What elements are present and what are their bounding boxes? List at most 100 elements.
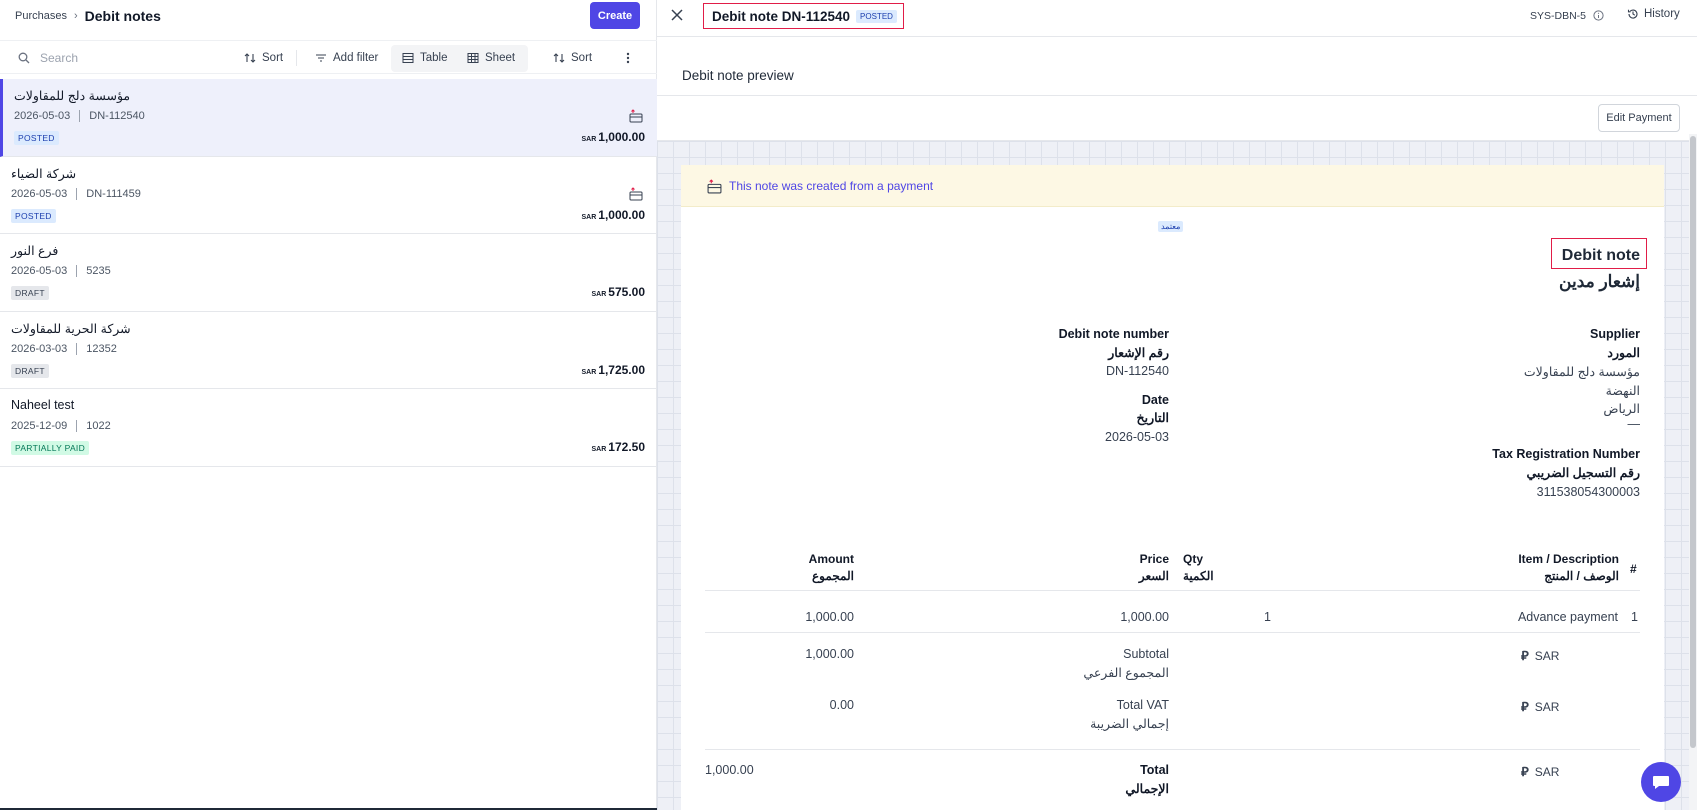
item-date: 2026-03-03	[11, 342, 68, 355]
row-amount: 1,000.00	[805, 610, 854, 624]
riyal-symbol-icon: ⃁	[1521, 648, 1529, 663]
supplier-district: النهضة	[1605, 384, 1640, 398]
list-item[interactable]: فرع النور 2026-05-03 5235 DRAFT SAR 575.00	[0, 234, 657, 312]
sort-button-secondary[interactable]: Sort	[553, 48, 592, 68]
supplier-extra: —	[1627, 417, 1641, 431]
total-label: Total	[1140, 763, 1169, 777]
status-badge: PARTIALLY PAID	[11, 441, 90, 455]
col-amount-arabic: المجموع	[812, 569, 854, 583]
document-preview: This note was created from a payment معت…	[681, 165, 1664, 810]
sheet-view-label: Sheet	[485, 52, 516, 64]
supplier-name: شركة الحرية للمقاولات	[11, 321, 131, 336]
detail-header: Debit note DN-112540 POSTED SYS-DBN-5 Hi…	[657, 0, 1697, 37]
total-currency: ⃁ SAR	[1521, 764, 1560, 779]
detail-title: Debit note DN-112540	[712, 8, 851, 24]
detail-title-box: Debit note DN-112540 POSTED	[703, 3, 904, 29]
detail-status-badge: POSTED	[856, 9, 897, 23]
history-button[interactable]: History	[1627, 8, 1680, 20]
supplier-label-arabic: المورد	[1607, 346, 1640, 360]
add-filter-button[interactable]: Add filter	[315, 48, 378, 68]
status-badge: DRAFT	[11, 286, 49, 300]
vat-currency: ⃁ SAR	[1521, 699, 1560, 714]
date-label: Date	[1141, 393, 1169, 407]
table-view-button[interactable]: Table	[402, 48, 448, 68]
totals-divider	[705, 749, 1640, 750]
supplier-city: الرياض	[1603, 402, 1640, 416]
supplier-name: Naheel test	[11, 398, 75, 412]
item-amount: SAR 1,000.00	[581, 207, 646, 222]
item-number: 12352	[86, 342, 117, 355]
supplier-label: Supplier	[1589, 327, 1640, 341]
close-icon[interactable]	[670, 8, 684, 22]
col-price: Price	[1139, 552, 1169, 566]
list-item[interactable]: مؤسسة دلج للمقاولات 2026-05-03 DN-112540 …	[0, 79, 657, 157]
subtotal-label-arabic: المجموع الفرعي	[1083, 666, 1169, 680]
section-divider	[657, 95, 1697, 96]
add-filter-label: Add filter	[333, 52, 379, 64]
item-meta: 2025-12-09 1022	[11, 420, 111, 432]
col-price-arabic: السعر	[1138, 569, 1169, 583]
tax-label: Tax Registration Number	[1492, 447, 1640, 461]
table-divider	[705, 632, 1640, 633]
payment-notice-text: This note was created from a payment	[729, 179, 934, 193]
supplier-name: شركة الضياء	[11, 166, 77, 181]
status-badge: POSTED	[11, 208, 56, 223]
riyal-symbol-icon: ⃁	[1521, 699, 1529, 714]
table-icon	[402, 53, 414, 63]
table-view-label: Table	[420, 52, 448, 64]
preview-heading: Debit note preview	[682, 68, 794, 83]
sort-button[interactable]: Sort	[244, 48, 283, 68]
chat-button[interactable]	[1641, 762, 1681, 802]
tax-number: 311538054300003	[1536, 485, 1640, 499]
item-amount: SAR 575.00	[591, 285, 645, 299]
riyal-symbol-icon: ⃁	[1521, 764, 1529, 779]
vat-label: Total VAT	[1116, 698, 1169, 712]
sheet-icon	[467, 53, 479, 63]
item-amount: SAR 1,000.00	[581, 130, 646, 144]
approved-stamp: معتمد	[1158, 221, 1184, 232]
breadcrumb-purchases[interactable]: Purchases	[15, 10, 67, 22]
tax-label-arabic: رقم التسجيل الضريبي	[1526, 466, 1640, 480]
debit-notes-list: مؤسسة دلج للمقاولات 2026-05-03 DN-112540 …	[0, 79, 657, 467]
payment-origin-icon	[629, 186, 643, 200]
info-icon[interactable]	[1593, 10, 1604, 21]
scrollbar[interactable]	[1689, 134, 1697, 810]
date-value: 2026-05-03	[1105, 430, 1169, 444]
col-number: #	[1630, 562, 1637, 576]
date-label-arabic: التاريخ	[1136, 411, 1169, 425]
list-item[interactable]: شركة الضياء 2026-05-03 DN-111459 POSTED S…	[0, 157, 657, 234]
list-header: Purchases › Debit notes	[0, 0, 656, 32]
payment-notice: This note was created from a payment	[681, 165, 1664, 207]
more-options-icon[interactable]	[622, 51, 634, 65]
col-amount: Amount	[808, 552, 854, 566]
scrollbar-thumb[interactable]	[1690, 136, 1696, 748]
sort-icon	[244, 53, 256, 63]
subtotal-label: Subtotal	[1123, 647, 1169, 661]
row-qty: 1	[1264, 610, 1271, 624]
total-value: 1,000.00	[705, 763, 754, 777]
search-input[interactable]	[40, 49, 220, 67]
debit-note-number-label: Debit note number	[1058, 327, 1169, 341]
debit-note-number-label-arabic: رقم الإشعار	[1108, 346, 1169, 360]
item-number: DN-111459	[86, 187, 141, 200]
list-item[interactable]: Naheel test 2025-12-09 1022 PARTIALLY PAI…	[0, 389, 657, 467]
item-number: 5235	[86, 265, 111, 277]
list-item[interactable]: شركة الحرية للمقاولات 2026-03-03 12352 DR…	[0, 312, 657, 389]
supplier-name: مؤسسة دلج للمقاولات	[1523, 365, 1640, 379]
status-badge: POSTED	[14, 131, 59, 145]
item-amount: SAR 1,725.00	[581, 362, 646, 377]
item-number: 1022	[86, 420, 111, 432]
row-item: Advance payment	[1517, 610, 1618, 624]
sheet-view-button[interactable]: Sheet	[467, 48, 515, 68]
vat-value: 0.00	[829, 698, 854, 712]
item-number: DN-112540	[89, 110, 145, 122]
col-qty: Qty	[1183, 552, 1204, 566]
create-button[interactable]: Create	[590, 2, 640, 29]
supplier-name: فرع النور	[11, 244, 59, 258]
status-badge: DRAFT	[11, 363, 49, 378]
item-meta: 2026-03-03 12352	[11, 342, 117, 355]
item-date: 2026-05-03	[11, 187, 68, 200]
edit-payment-button[interactable]: Edit Payment	[1598, 104, 1680, 132]
item-meta: 2026-05-03 5235	[11, 265, 111, 277]
subtotal-value: 1,000.00	[805, 647, 854, 661]
